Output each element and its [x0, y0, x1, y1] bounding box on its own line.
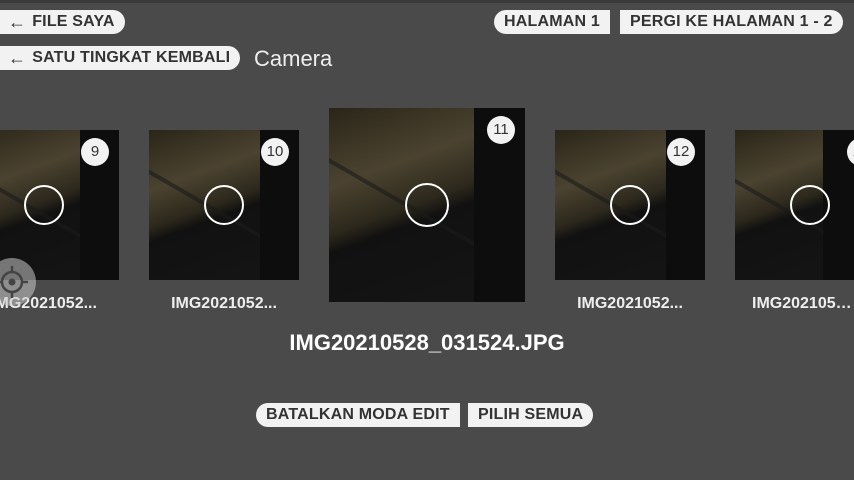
cancel-edit-mode-button[interactable]: BATALKAN MODA EDIT [256, 403, 460, 427]
thumbnail-number-badge: 12 [667, 138, 695, 166]
thumbnail-number-badge: 11 [487, 116, 515, 144]
thumbnail-label: IMG2021052... [171, 295, 277, 312]
thumbnail-label: IMG2021052... [752, 295, 854, 312]
thumbnail-label: IMG2021052... [577, 295, 683, 312]
selection-circle-icon[interactable] [405, 183, 449, 227]
page-indicator: HALAMAN 1 [494, 10, 611, 34]
up-one-level-button[interactable]: ← SATU TINGKAT KEMBALI [0, 46, 241, 70]
selected-filename: IMG20210528_031524.JPG [289, 330, 565, 355]
goto-pages-button[interactable]: PERGI KE HALAMAN 1 - 2 [620, 10, 843, 34]
my-documents-label: FILE SAYA [32, 13, 115, 30]
selection-circle-icon[interactable] [610, 185, 650, 225]
up-one-level-label: SATU TINGKAT KEMBALI [32, 49, 231, 66]
selection-circle-icon[interactable] [790, 185, 830, 225]
select-all-button[interactable]: PILIH SEMUA [468, 403, 594, 427]
thumbnail-number-badge: 9 [81, 138, 109, 166]
arrow-left-icon: ← [8, 12, 27, 32]
thumbnail-number-badge: 10 [261, 138, 289, 166]
thumbnail-12[interactable]: 12 [555, 130, 705, 280]
arrow-left-icon: ← [8, 48, 27, 68]
folder-title: Camera [254, 46, 333, 71]
selection-circle-icon[interactable] [24, 185, 64, 225]
crosshair-graphic [0, 266, 28, 298]
thumbnail-11[interactable]: 11 [329, 108, 525, 302]
thumbnail-10[interactable]: 10 [149, 130, 299, 280]
selection-circle-icon[interactable] [204, 185, 244, 225]
top-divider [0, 0, 854, 3]
my-documents-button[interactable]: ← FILE SAYA [0, 10, 125, 34]
crosshair-icon[interactable] [0, 258, 36, 306]
thumbnail-13[interactable]: 13 [735, 130, 854, 280]
